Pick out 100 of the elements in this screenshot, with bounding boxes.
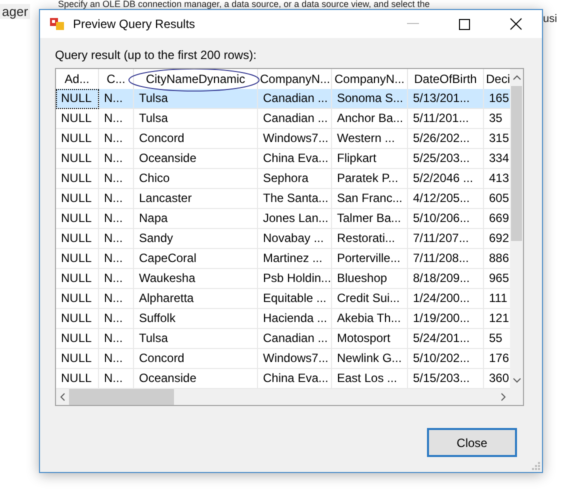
table-cell: Credit Sui... bbox=[332, 289, 408, 309]
table-cell: Sephora bbox=[258, 169, 332, 189]
table-cell: NULL bbox=[56, 129, 99, 149]
table-cell: Jones Lan... bbox=[258, 209, 332, 229]
table-cell: NULL bbox=[56, 209, 99, 229]
table-cell: Blueshop bbox=[332, 269, 408, 289]
table-cell: 8/18/209... bbox=[408, 269, 484, 289]
table-cell: 4/12/205... bbox=[408, 189, 484, 209]
table-cell: N... bbox=[99, 309, 134, 329]
table-cell: N... bbox=[99, 289, 134, 309]
table-cell: Concord bbox=[134, 129, 258, 149]
table-cell: Tulsa bbox=[134, 109, 258, 129]
background-text: ager bbox=[0, 4, 30, 19]
table-cell: Windows7... bbox=[258, 349, 332, 369]
table-cell: Concord bbox=[134, 349, 258, 369]
table-cell: 7/11/208... bbox=[408, 249, 484, 269]
table-cell: The Santa... bbox=[258, 189, 332, 209]
table-cell: 5/25/203... bbox=[408, 149, 484, 169]
table-cell: NULL bbox=[56, 229, 99, 249]
table-cell: 5/10/202... bbox=[408, 349, 484, 369]
table-cell: Flipkart bbox=[332, 149, 408, 169]
column-header[interactable]: CompanyN... bbox=[332, 69, 408, 89]
table-cell: San Franc... bbox=[332, 189, 408, 209]
horizontal-scrollbar[interactable] bbox=[56, 389, 523, 405]
table-cell: N... bbox=[99, 249, 134, 269]
table-cell: 5/2/2046 ... bbox=[408, 169, 484, 189]
table-cell: N... bbox=[99, 109, 134, 129]
table-cell: Akebia Th... bbox=[332, 309, 408, 329]
table-cell: Oceanside bbox=[134, 149, 258, 169]
table-cell: Psb Holdin... bbox=[258, 269, 332, 289]
table-cell: Suffolk bbox=[134, 309, 258, 329]
vertical-scrollbar[interactable] bbox=[510, 69, 523, 389]
table-cell: 1/19/200... bbox=[408, 309, 484, 329]
table-cell: NULL bbox=[56, 329, 99, 349]
table-cell: NULL bbox=[56, 169, 99, 189]
table-cell: Restorati... bbox=[332, 229, 408, 249]
scrollbar-thumb[interactable] bbox=[69, 389, 174, 405]
table-cell: Western ... bbox=[332, 129, 408, 149]
table-cell: NULL bbox=[56, 109, 99, 129]
table-cell: Sandy bbox=[134, 229, 258, 249]
scrollbar-thumb[interactable] bbox=[511, 86, 522, 241]
table-cell: Hacienda ... bbox=[258, 309, 332, 329]
table-cell: NULL bbox=[56, 149, 99, 169]
table-cell: N... bbox=[99, 269, 134, 289]
table-cell: NULL bbox=[56, 89, 99, 109]
table-cell: Tulsa bbox=[134, 89, 258, 109]
table-cell: N... bbox=[99, 209, 134, 229]
table-cell: Talmer Ba... bbox=[332, 209, 408, 229]
table-cell: Novabay ... bbox=[258, 229, 332, 249]
table-cell: Canadian ... bbox=[258, 89, 332, 109]
column-header[interactable]: CompanyN... bbox=[258, 69, 332, 89]
table-cell: 7/11/207... bbox=[408, 229, 484, 249]
table-cell: N... bbox=[99, 129, 134, 149]
background-text: Specify an OLE DB connection manager, a data source, or a data source view, and select the bbox=[58, 0, 430, 8]
table-cell: Sonoma S... bbox=[332, 89, 408, 109]
table-cell: NULL bbox=[56, 269, 99, 289]
table-cell: NULL bbox=[56, 309, 99, 329]
table-cell: Porterville... bbox=[332, 249, 408, 269]
table-cell: Motosport bbox=[332, 329, 408, 349]
table-cell: NULL bbox=[56, 349, 99, 369]
table-cell: Tulsa bbox=[134, 329, 258, 349]
table-cell: N... bbox=[99, 149, 134, 169]
table-cell: 5/26/202... bbox=[408, 129, 484, 149]
table-cell: 5/10/206... bbox=[408, 209, 484, 229]
table-cell: Chico bbox=[134, 169, 258, 189]
table-cell: Alpharetta bbox=[134, 289, 258, 309]
table-cell: NULL bbox=[56, 289, 99, 309]
background-text: usi bbox=[543, 13, 558, 25]
table-cell: Waukesha bbox=[134, 269, 258, 289]
maximize-icon[interactable] bbox=[459, 18, 470, 30]
close-button[interactable]: Close bbox=[427, 428, 517, 457]
table-cell: 1/24/200... bbox=[408, 289, 484, 309]
table-cell: 5/11/201... bbox=[408, 109, 484, 129]
table-cell: N... bbox=[99, 329, 134, 349]
table-cell: Canadian ... bbox=[258, 329, 332, 349]
table-cell: N... bbox=[99, 349, 134, 369]
table-cell: N... bbox=[99, 189, 134, 209]
table-cell: NULL bbox=[56, 249, 99, 269]
caption-label: Query result (up to the first 200 rows): bbox=[55, 48, 258, 62]
table-cell: 5/24/201... bbox=[408, 329, 484, 349]
table-cell: Lancaster bbox=[134, 189, 258, 209]
table-cell: N... bbox=[99, 169, 134, 189]
table-cell: Equitable ... bbox=[258, 289, 332, 309]
table-cell: Windows7... bbox=[258, 129, 332, 149]
table-cell: Napa bbox=[134, 209, 258, 229]
table-cell: Martinez ... bbox=[258, 249, 332, 269]
close-icon[interactable] bbox=[510, 18, 522, 30]
table-cell: N... bbox=[99, 229, 134, 249]
table-cell: 165 bbox=[484, 89, 510, 109]
table-cell: Paratek P... bbox=[332, 169, 408, 189]
table-cell: Newlink G... bbox=[332, 349, 408, 369]
table-cell: 5/13/201... bbox=[408, 89, 484, 109]
table-cell: Canadian ... bbox=[258, 109, 332, 129]
table-cell: CapeCoral bbox=[134, 249, 258, 269]
table-cell: NULL bbox=[56, 189, 99, 209]
table-cell: China Eva... bbox=[258, 149, 332, 169]
window-title: Preview Query Results bbox=[73, 17, 196, 31]
table-cell: Anchor Ba... bbox=[332, 109, 408, 129]
app-icon bbox=[49, 16, 65, 32]
resize-grip-icon[interactable] bbox=[532, 462, 540, 470]
